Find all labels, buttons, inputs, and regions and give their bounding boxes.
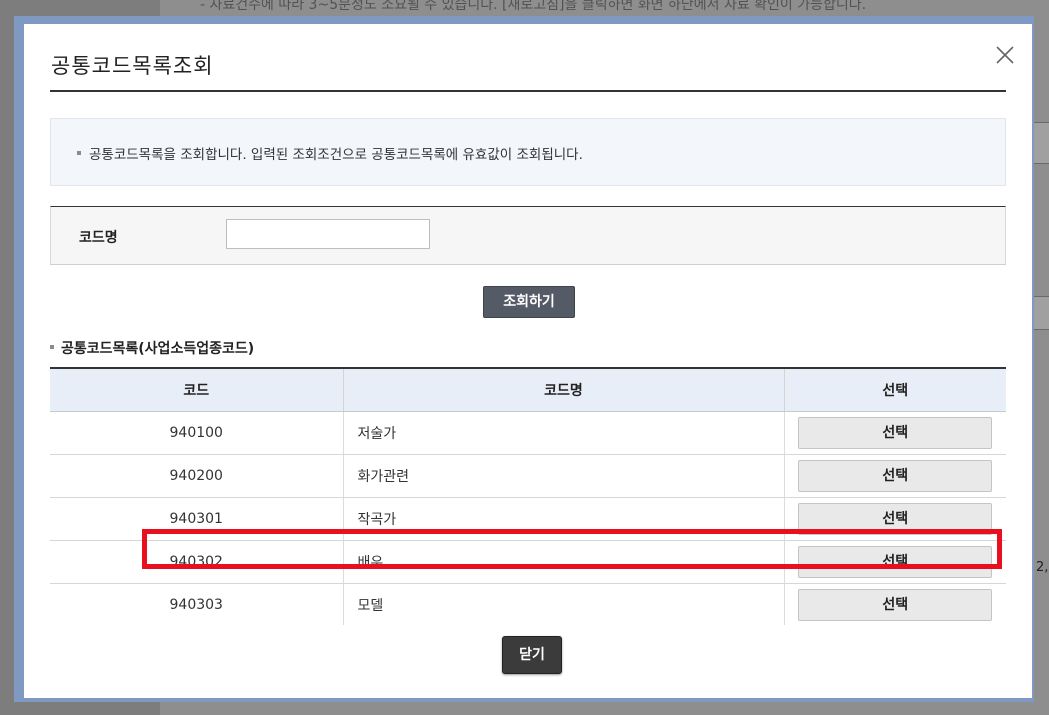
row-code-name: 저술가 bbox=[343, 411, 785, 455]
select-button[interactable]: 선택 bbox=[798, 503, 993, 535]
row-code: 940200 bbox=[50, 454, 344, 498]
row-code-name: 배우 bbox=[343, 540, 785, 584]
row-code: 940301 bbox=[50, 497, 344, 541]
code-table-scroll[interactable]: 코드 코드명 선택 940100 저술가 선택 940200 화가관련 선택 9… bbox=[50, 367, 1006, 625]
table-row: 940302 배우 선택 bbox=[50, 540, 1006, 584]
table-row: 940200 화가관련 선택 bbox=[50, 454, 1006, 498]
table-header-row: 코드 코드명 선택 bbox=[50, 369, 1006, 412]
notice-box: 공통코드목록을 조회합니다. 입력된 조회조건으로 공통코드목록에 유효값이 조… bbox=[50, 118, 1006, 186]
background-side-button bbox=[1032, 296, 1049, 330]
select-button[interactable]: 선택 bbox=[798, 589, 993, 621]
header-code: 코드 bbox=[50, 369, 344, 412]
row-code-name: 작곡가 bbox=[343, 497, 785, 541]
row-select-cell: 선택 bbox=[784, 497, 1006, 541]
modal-title: 공통코드목록조회 bbox=[51, 54, 214, 78]
background-notice-text: - 자료건수에 따라 3~5분정도 소요될 수 있습니다. [새로고침]을 클릭… bbox=[200, 0, 867, 13]
row-code-name: 화가관련 bbox=[343, 454, 785, 498]
row-code-name: 모델 bbox=[343, 583, 785, 625]
select-button[interactable]: 선택 bbox=[798, 546, 993, 578]
code-table: 코드 코드명 선택 940100 저술가 선택 940200 화가관련 선택 9… bbox=[50, 369, 1006, 625]
search-button[interactable]: 조회하기 bbox=[483, 286, 575, 318]
table-row: 940100 저술가 선택 bbox=[50, 411, 1006, 455]
bullet-icon bbox=[50, 345, 54, 349]
row-code: 940302 bbox=[50, 540, 344, 584]
notice-text-row: 공통코드목록을 조회합니다. 입력된 조회조건으로 공통코드목록에 유효값이 조… bbox=[77, 143, 583, 163]
notice-text: 공통코드목록을 조회합니다. 입력된 조회조건으로 공통코드목록에 유효값이 조… bbox=[89, 147, 583, 163]
title-divider bbox=[50, 90, 1006, 92]
search-label: 코드명 bbox=[79, 230, 118, 246]
row-code: 940303 bbox=[50, 583, 344, 625]
section-title-row: 공통코드목록(사업소득업종코드) bbox=[50, 338, 254, 358]
header-select: 선택 bbox=[784, 369, 1006, 412]
row-select-cell: 선택 bbox=[784, 454, 1006, 498]
close-button[interactable]: 닫기 bbox=[502, 636, 562, 674]
code-list-modal: 공통코드목록조회 공통코드목록을 조회합니다. 입력된 조회조건으로 공통코드목… bbox=[24, 24, 1032, 698]
search-condition-box: 코드명 bbox=[50, 206, 1006, 265]
row-select-cell: 선택 bbox=[784, 583, 1006, 625]
select-button[interactable]: 선택 bbox=[798, 417, 993, 449]
row-code: 940100 bbox=[50, 411, 344, 455]
row-select-cell: 선택 bbox=[784, 540, 1006, 584]
header-code-name: 코드명 bbox=[343, 369, 785, 412]
background-side-button bbox=[1032, 122, 1049, 164]
close-icon[interactable] bbox=[992, 42, 1018, 68]
background-side-text: 2, bbox=[1036, 560, 1049, 575]
table-row: 940303 모델 선택 bbox=[50, 583, 1006, 625]
bullet-icon bbox=[77, 151, 81, 155]
row-select-cell: 선택 bbox=[784, 411, 1006, 455]
code-name-input[interactable] bbox=[226, 219, 430, 249]
select-button[interactable]: 선택 bbox=[798, 460, 993, 492]
section-title: 공통코드목록(사업소득업종코드) bbox=[61, 341, 255, 357]
close-icon-glyph bbox=[996, 46, 1014, 64]
table-row: 940301 작곡가 선택 bbox=[50, 497, 1006, 541]
